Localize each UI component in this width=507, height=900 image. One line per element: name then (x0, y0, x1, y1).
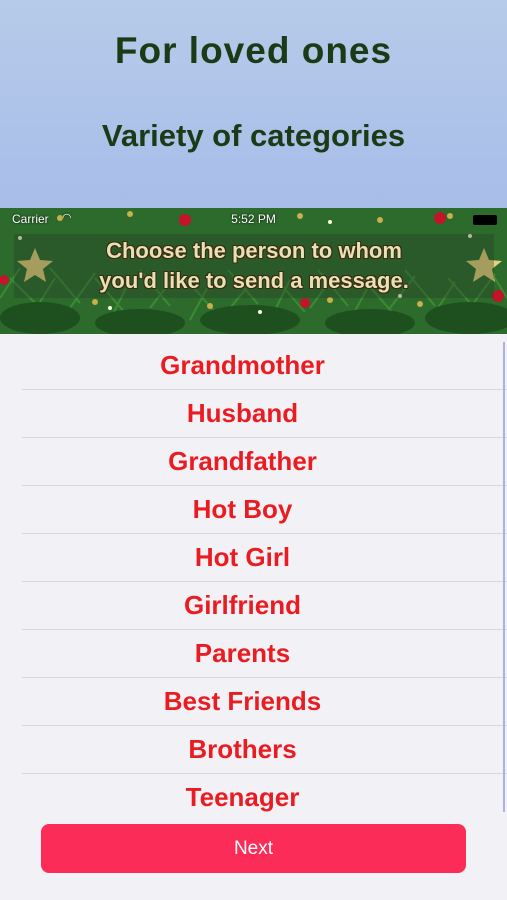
list-item[interactable]: Girlfriend (22, 582, 507, 630)
list-item-label: Hot Girl (194, 542, 291, 572)
status-time: 5:52 PM (231, 212, 276, 226)
list-item-label: Hot Boy (192, 494, 293, 524)
list-item-label: Best Friends (163, 686, 322, 716)
list-item-label: Husband (186, 398, 299, 428)
list-item[interactable]: Grandfather (22, 438, 507, 486)
banner-instruction: Choose the person to whom you'd like to … (14, 234, 494, 298)
list-item[interactable]: Brothers (22, 726, 507, 774)
list-item-label: Grandfather (168, 446, 317, 476)
scrollbar[interactable] (503, 342, 505, 812)
list-item[interactable]: Parents (22, 630, 507, 678)
list-item[interactable]: Best Friends (22, 678, 507, 726)
list-item-label: Grandmother (160, 350, 325, 380)
promo-title: For loved ones (114, 30, 393, 71)
banner-line-2: you'd like to send a message. (99, 268, 409, 293)
recipient-list: Grandmother Husband Grandfather Hot Boy … (22, 342, 507, 821)
list-item[interactable]: Hot Boy (22, 486, 507, 534)
list-item-label: Teenager (185, 782, 300, 812)
list-item-label: Girlfriend (183, 590, 301, 620)
list-item-label: Brothers (188, 734, 297, 764)
list-item-label: Parents (194, 638, 291, 668)
list-item[interactable]: Husband (22, 390, 507, 438)
status-bar: Carrier ◠ 5:52 PM (0, 210, 507, 228)
banner-line-1: Choose the person to whom (106, 238, 402, 263)
list-item[interactable]: Grandmother (22, 342, 507, 390)
list-item[interactable]: Hot Girl (22, 534, 507, 582)
list-item[interactable]: Teenager (22, 774, 507, 821)
next-button[interactable]: Next (41, 824, 466, 873)
christmas-banner: Carrier ◠ 5:52 PM Choose the person to w… (0, 208, 507, 334)
promo-header: For loved ones Variety of categories (0, 0, 507, 208)
phone-screen: Carrier ◠ 5:52 PM Choose the person to w… (0, 208, 507, 900)
promo-subtitle: Variety of categories (101, 118, 406, 153)
battery-icon (473, 215, 497, 225)
